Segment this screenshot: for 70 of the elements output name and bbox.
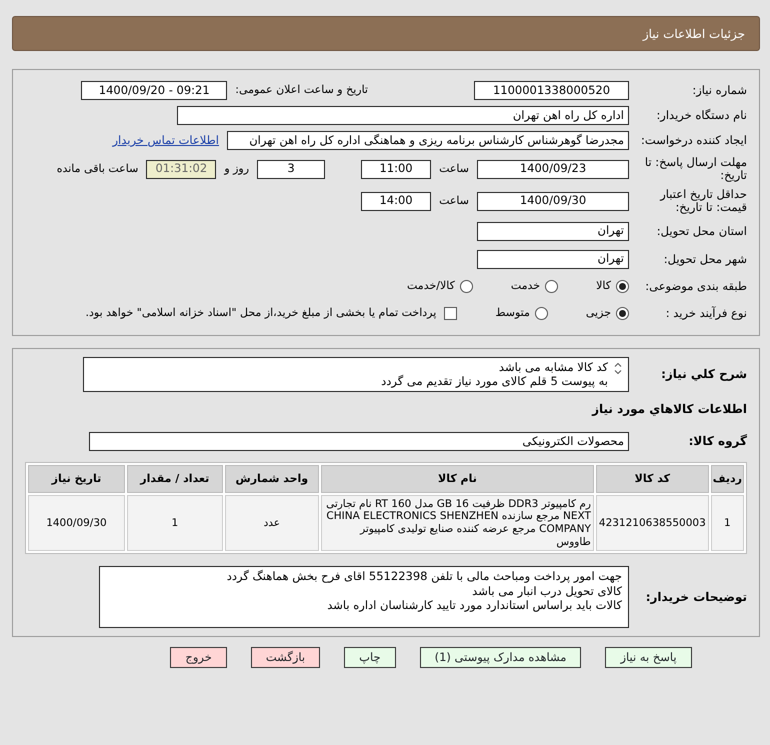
field-label: نوع فرآیند خرید : bbox=[664, 307, 747, 320]
input-field[interactable]: مجدرضا گوهرشناس کارشناس برنامه ریزی و هماهنگی اداره کل راه اهن تهران bbox=[227, 131, 629, 150]
field-label: روز و bbox=[224, 160, 250, 177]
field-label: گروه کالا: bbox=[688, 435, 747, 448]
radio-button[interactable] bbox=[534, 307, 548, 320]
radio-button[interactable] bbox=[616, 280, 629, 293]
action-button[interactable]: پاسخ به نیاز bbox=[605, 647, 692, 668]
text-area[interactable]: جهت امور پرداخت ومباحث مالی با تلفن 55122398 اقای فرح بخش هماهنگ گردد کالای تحویل درب انبار می باشد کالات باید براساس استاندارد مورد تایید کارشناسان اداره باشد bbox=[99, 566, 629, 628]
input-field[interactable]: اداره کل راه اهن تهران bbox=[177, 106, 629, 125]
table-cell: 1 bbox=[126, 494, 223, 552]
option-label: جزیی bbox=[586, 305, 611, 322]
input-field[interactable]: 14:00 bbox=[361, 192, 432, 210]
field-label: مهلت ارسال پاسخ: تا تاریخ: bbox=[644, 156, 747, 182]
input-field[interactable]: تهران bbox=[477, 250, 629, 268]
option-label: خدمت bbox=[510, 278, 540, 294]
option-label: متوسط bbox=[495, 305, 530, 322]
radio-button[interactable] bbox=[616, 307, 629, 320]
text-area[interactable]: کد کالا مشابه می باشد به پیوست 5 قلم کالای مورد نیاز تقدیم می گردد bbox=[83, 357, 629, 392]
input-field[interactable]: 1400/09/20 - 09:21 bbox=[81, 81, 228, 100]
column-header: ردیف bbox=[710, 464, 744, 493]
input-field[interactable]: محصولات الکترونیکی bbox=[89, 432, 629, 452]
text-line: به پیوست 5 قلم کالای مورد نیاز تقدیم می گردد bbox=[381, 374, 608, 389]
contact-link[interactable]: اطلاعات تماس خریدار bbox=[112, 132, 219, 150]
field-label: ایجاد کننده درخواست: bbox=[640, 134, 747, 147]
action-button[interactable]: چاپ bbox=[344, 647, 396, 668]
field-label: طبقه بندی موضوعی: bbox=[644, 280, 747, 293]
text-line: کد کالا مشابه می باشد bbox=[498, 360, 608, 374]
input-field[interactable]: تهران bbox=[477, 222, 629, 240]
action-button[interactable]: مشاهده مدارک پیوستی (1) bbox=[420, 647, 582, 668]
table-cell: رم کامپیوتر DDR3 ظرفیت 16 GB مدل RT 160 نام تجارتی NEXT مرجع سازنده CHINA ELECTRONICS SHENZHEN COMPANY مرجع عرضه کننده صنایع تولیدی کامپیوتر طاووس bbox=[320, 494, 594, 552]
input-field[interactable]: 01:31:02 bbox=[146, 160, 216, 178]
input-field[interactable]: 1400/09/23 bbox=[477, 160, 629, 178]
checkbox[interactable] bbox=[444, 307, 458, 320]
input-field[interactable]: 1400/09/30 bbox=[477, 192, 629, 210]
exit-button[interactable]: بازگشت bbox=[250, 647, 320, 668]
field-label: ساعت باقی مانده bbox=[56, 160, 138, 177]
input-field[interactable]: 1100001338000520 bbox=[474, 81, 629, 100]
field-label: نام دستگاه خریدار: bbox=[655, 109, 747, 122]
field-label: استان محل تحویل: bbox=[656, 224, 747, 238]
column-header: کد کالا bbox=[596, 464, 709, 493]
option-label: کالا bbox=[596, 278, 611, 294]
page-title: جزئیات اطلاعات نیاز bbox=[642, 26, 745, 42]
scroll-arrows-icon bbox=[614, 363, 622, 374]
input-field[interactable]: 11:00 bbox=[361, 160, 432, 178]
radio-button[interactable] bbox=[545, 280, 558, 293]
field-label: شهر محل تحویل: bbox=[662, 252, 747, 266]
field-label: ساعت bbox=[439, 192, 469, 209]
column-header: تاریخ نیاز bbox=[28, 464, 125, 493]
text-line: کالای تحویل درب انبار می باشد bbox=[471, 584, 622, 598]
table-cell: عدد bbox=[224, 494, 319, 552]
column-header: واحد شمارش bbox=[224, 464, 319, 493]
table-cell: 1400/09/30 bbox=[28, 494, 125, 552]
field-label: شماره نیاز: bbox=[691, 84, 747, 97]
text-line: کالات باید براساس استاندارد مورد تایید کارشناسان اداره باشد bbox=[326, 598, 622, 612]
field-label: شرح کلي نياز: bbox=[660, 368, 747, 381]
column-header: تعداد / مقدار bbox=[126, 464, 223, 493]
column-header: نام کالا bbox=[320, 464, 594, 493]
input-field[interactable]: 3 bbox=[257, 160, 326, 178]
table-cell: 4231210638550003 bbox=[596, 494, 709, 552]
field-label: حداقل تاریخ اعتبار قیمت: تا تاریخ: bbox=[658, 188, 747, 214]
text-line: جهت امور پرداخت ومباحث مالی با تلفن 55122398 اقای فرح بخش هماهنگ گردد bbox=[226, 569, 622, 584]
option-label: کالا/خدمت bbox=[407, 278, 455, 294]
option-label: پرداخت تمام یا بخشی از مبلغ خرید،از محل "اسناد خزانه اسلامی" خواهد بود. bbox=[86, 305, 436, 322]
table-cell: 1 bbox=[710, 494, 744, 552]
field-label: توضیحات خریدار: bbox=[644, 590, 747, 604]
radio-button[interactable] bbox=[460, 280, 473, 293]
section-title: اطلاعات كالاهاي مورد نياز bbox=[592, 400, 747, 418]
exit-button[interactable]: خروج bbox=[170, 647, 227, 668]
field-label: تاریخ و ساعت اعلان عمومی: bbox=[235, 82, 368, 98]
field-label: ساعت bbox=[439, 160, 469, 177]
